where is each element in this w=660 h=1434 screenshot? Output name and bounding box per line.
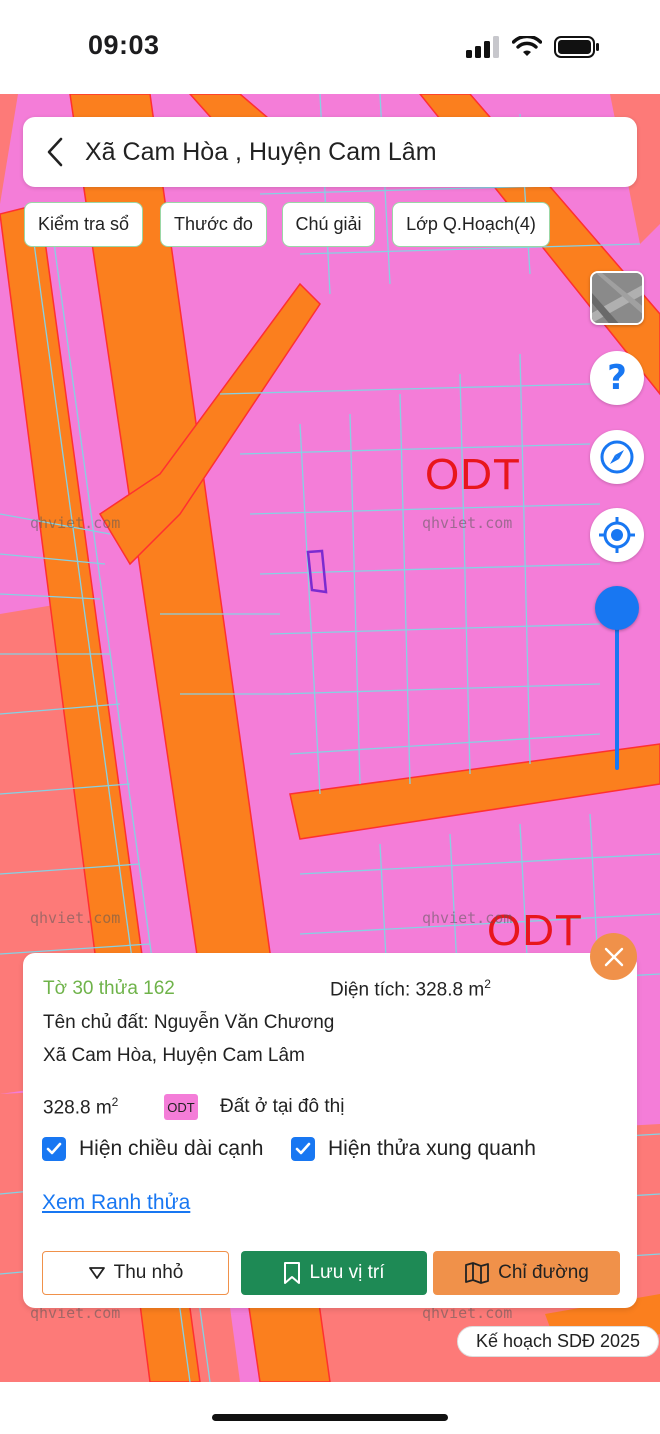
checkmark-icon bbox=[295, 1142, 311, 1155]
zoom-slider-thumb[interactable] bbox=[595, 586, 639, 630]
plan-year-badge[interactable]: Kế hoạch SDĐ 2025 bbox=[457, 1326, 659, 1357]
locate-button[interactable] bbox=[590, 508, 644, 562]
checkbox[interactable] bbox=[42, 1137, 66, 1161]
wifi-icon bbox=[512, 36, 542, 56]
zone-area: 328.8 m2 bbox=[43, 1095, 119, 1119]
triangle-down-icon bbox=[88, 1267, 105, 1279]
chip-check-book[interactable]: Kiểm tra sổ bbox=[24, 202, 143, 247]
cellular-signal-icon bbox=[466, 36, 499, 58]
watermark: qhviet.com bbox=[422, 909, 513, 927]
zoom-slider-track[interactable] bbox=[615, 608, 619, 770]
view-boundary-link[interactable]: Xem Ranh thửa bbox=[42, 1191, 190, 1215]
watermark: qhviet.com bbox=[30, 514, 121, 532]
tool-chips: Kiểm tra sổ Thước đo Chú giải Lớp Q.Hoạc… bbox=[24, 202, 550, 247]
bookmark-icon bbox=[284, 1262, 301, 1284]
parcel-address: Xã Cam Hòa, Huyện Cam Lâm bbox=[43, 1045, 305, 1066]
zone-name: Đất ở tại đô thị bbox=[220, 1096, 345, 1117]
parcel-area: Diện tích: 328.8 m2 bbox=[330, 977, 491, 1001]
parcel-info-card: Tờ 30 thửa 162 Diện tích: 328.8 m2 Tên c… bbox=[23, 953, 637, 1308]
save-location-button[interactable]: Lưu vị trí bbox=[241, 1251, 427, 1295]
close-icon bbox=[604, 947, 623, 966]
compass-button[interactable] bbox=[590, 430, 644, 484]
map-icon bbox=[465, 1262, 490, 1284]
zone-code-badge: ODT bbox=[164, 1094, 198, 1120]
location-header[interactable]: Xã Cam Hòa , Huyện Cam Lâm bbox=[23, 117, 637, 187]
directions-button[interactable]: Chỉ đường bbox=[433, 1251, 620, 1295]
home-indicator[interactable] bbox=[212, 1414, 448, 1421]
chip-planning-layer[interactable]: Lớp Q.Hoạch(4) bbox=[392, 202, 550, 247]
status-time: 09:03 bbox=[88, 30, 160, 60]
save-location-label: Lưu vị trí bbox=[309, 1262, 385, 1283]
minimize-button[interactable]: Thu nhỏ bbox=[42, 1251, 229, 1295]
parcel-id: Tờ 30 thửa 162 bbox=[43, 978, 175, 999]
satellite-layer-icon bbox=[592, 273, 642, 323]
close-card-button[interactable] bbox=[590, 933, 637, 980]
status-bar: 09:03 bbox=[0, 0, 660, 94]
bottom-safe-area bbox=[0, 1382, 660, 1434]
status-icons bbox=[466, 36, 600, 58]
watermark: qhviet.com bbox=[422, 514, 513, 532]
checkbox-label: Hiện chiều dài cạnh bbox=[79, 1137, 264, 1160]
compass-icon bbox=[600, 440, 634, 474]
battery-icon bbox=[554, 36, 599, 58]
chip-ruler[interactable]: Thước đo bbox=[160, 202, 267, 247]
directions-label: Chỉ đường bbox=[498, 1262, 589, 1283]
minimize-label: Thu nhỏ bbox=[113, 1262, 184, 1283]
basemap-layer-button[interactable] bbox=[590, 271, 644, 325]
zone-label: ODT bbox=[425, 450, 521, 499]
question-mark-icon: ? bbox=[607, 358, 627, 398]
owner-name: Tên chủ đất: Nguyễn Văn Chương bbox=[43, 1012, 335, 1033]
chip-legend[interactable]: Chú giải bbox=[282, 202, 375, 247]
watermark: qhviet.com bbox=[30, 909, 121, 927]
neighbors-toggle[interactable]: Hiện thửa xung quanh bbox=[291, 1137, 536, 1161]
checkbox[interactable] bbox=[291, 1137, 315, 1161]
help-button[interactable]: ? bbox=[590, 351, 644, 405]
crosshair-icon bbox=[599, 517, 635, 553]
back-button[interactable] bbox=[23, 117, 79, 187]
location-title: Xã Cam Hòa , Huyện Cam Lâm bbox=[85, 137, 437, 166]
edge-length-toggle[interactable]: Hiện chiều dài cạnh bbox=[42, 1137, 263, 1161]
chevron-left-icon bbox=[47, 137, 63, 167]
checkbox-label: Hiện thửa xung quanh bbox=[328, 1137, 536, 1160]
checkmark-icon bbox=[46, 1142, 62, 1155]
